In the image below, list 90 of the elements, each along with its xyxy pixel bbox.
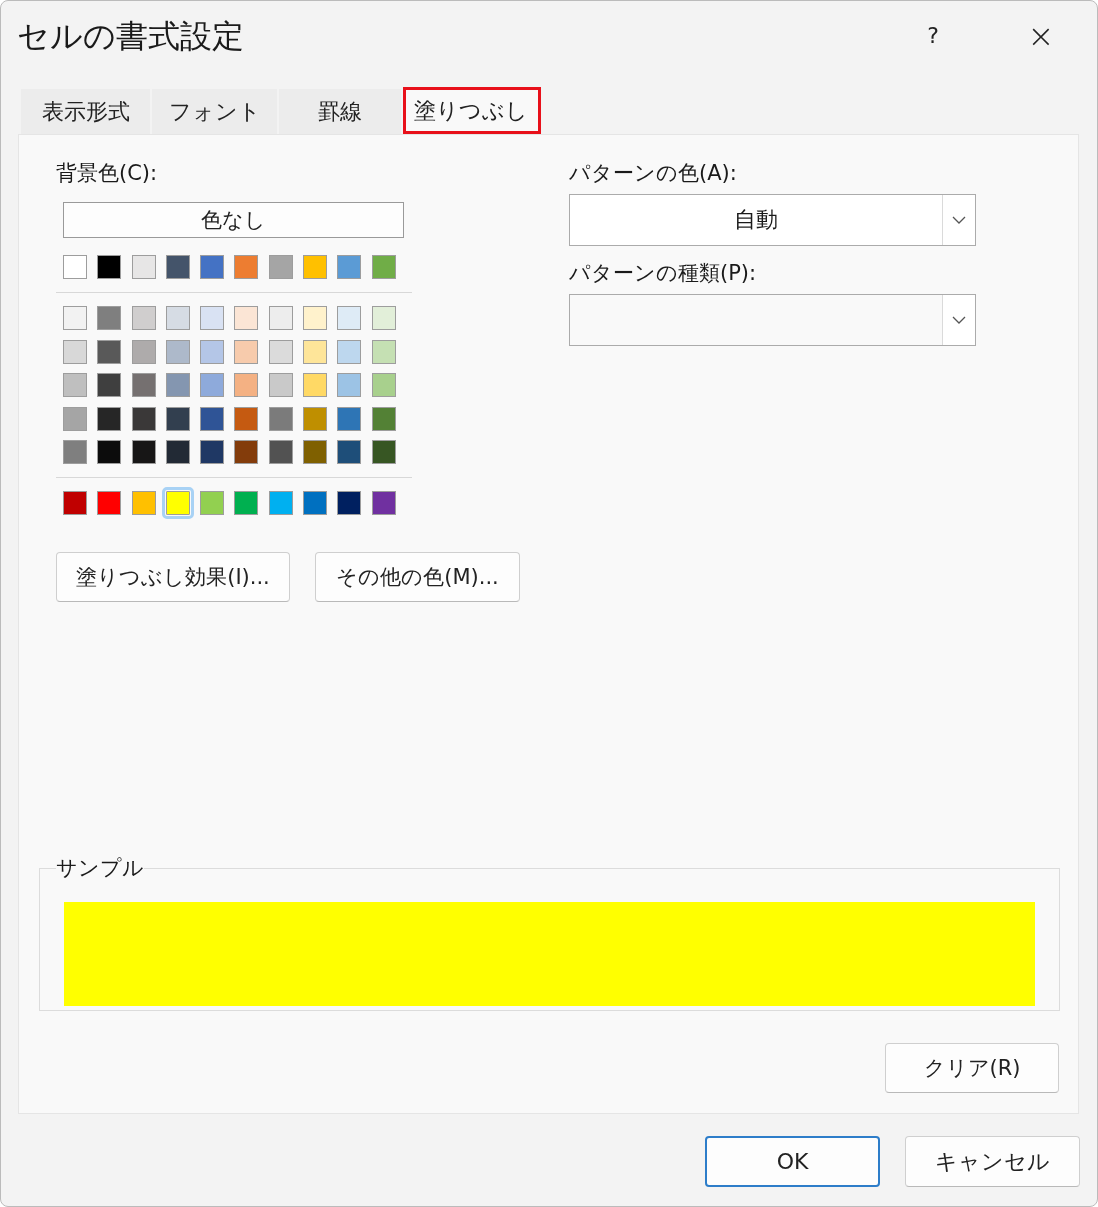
color-swatch[interactable] [268,306,293,330]
color-swatch[interactable] [268,373,293,398]
color-swatch[interactable] [63,373,87,398]
no-color-button[interactable]: 色なし [63,202,404,238]
window-title: セルの書式設定 [17,16,245,57]
color-swatch[interactable] [268,440,293,465]
color-swatch[interactable] [131,440,156,465]
color-swatch[interactable] [303,306,328,330]
color-swatch[interactable] [337,491,362,516]
color-swatch[interactable] [371,306,396,330]
color-swatch[interactable] [131,491,156,516]
help-button[interactable]: ? [913,13,953,59]
color-swatch[interactable] [63,491,87,516]
pattern-style-label: パターンの種類(P): [569,260,757,286]
color-swatch[interactable] [303,491,328,516]
tab[interactable]: フォント [152,89,279,134]
color-swatch[interactable] [200,255,225,279]
color-swatch[interactable] [234,491,259,516]
tab[interactable]: 塗りつぶし [403,87,541,134]
pattern-style-dropdown[interactable] [569,294,976,346]
color-swatch[interactable] [234,306,259,330]
color-swatch[interactable] [97,306,122,330]
color-swatch[interactable] [63,306,87,330]
color-swatch[interactable] [63,440,87,465]
color-swatch[interactable] [97,339,122,364]
color-swatch[interactable] [97,255,122,279]
color-swatch[interactable] [97,440,122,465]
chevron-down-icon [952,216,966,224]
color-swatch[interactable] [371,406,396,431]
color-swatch[interactable] [268,339,293,364]
color-swatch[interactable] [131,306,156,330]
color-swatch[interactable] [234,373,259,398]
color-swatch[interactable] [303,339,328,364]
tab[interactable]: 罫線 [279,89,403,134]
color-swatch[interactable] [234,440,259,465]
color-swatch[interactable] [371,255,396,279]
dialog-button[interactable]: OK [705,1136,880,1187]
tab[interactable]: 表示形式 [21,89,152,134]
dialog-button[interactable]: 塗りつぶし効果(I)... [56,552,290,603]
color-swatch[interactable] [200,491,225,516]
color-swatch[interactable] [131,339,156,364]
color-swatch[interactable] [165,339,190,364]
color-swatch[interactable] [303,373,328,398]
color-swatch[interactable] [337,306,362,330]
color-swatch[interactable] [234,255,259,279]
color-swatch[interactable] [268,491,293,516]
color-swatch[interactable] [63,255,87,279]
color-swatch[interactable] [337,255,362,279]
color-swatch[interactable] [337,373,362,398]
color-swatch[interactable] [165,406,190,431]
pattern-color-dropdown[interactable]: 自動 [569,194,976,246]
color-swatch[interactable] [165,306,190,330]
color-swatch[interactable] [337,339,362,364]
color-swatch[interactable] [200,306,225,330]
color-swatch[interactable] [234,339,259,364]
color-swatch[interactable] [303,406,328,431]
color-swatch[interactable] [97,406,122,431]
color-swatch[interactable] [131,373,156,398]
color-swatch[interactable] [97,491,122,516]
color-swatch[interactable] [200,440,225,465]
color-swatch[interactable] [63,339,87,364]
color-swatch[interactable] [200,373,225,398]
color-swatch[interactable] [337,440,362,465]
sample-label: サンプル [56,856,144,880]
color-swatch[interactable] [268,255,293,279]
color-swatch[interactable] [268,406,293,431]
color-swatch[interactable] [165,255,190,279]
color-swatch[interactable] [303,440,328,465]
color-swatch[interactable] [371,440,396,465]
color-swatch[interactable] [303,255,328,279]
color-swatch[interactable] [131,255,156,279]
color-swatch[interactable] [97,373,122,398]
color-swatch[interactable] [200,406,225,431]
color-swatch[interactable] [63,406,87,431]
color-swatch[interactable] [165,373,190,398]
color-swatch[interactable] [371,491,396,516]
background-color-label: 背景色(C): [56,160,158,186]
color-swatch[interactable] [234,406,259,431]
color-swatch[interactable] [371,373,396,398]
pattern-color-label: パターンの色(A): [569,160,737,186]
color-swatch[interactable] [371,339,396,364]
color-swatch[interactable] [165,440,190,465]
chevron-down-icon [952,316,966,324]
dialog-button[interactable]: その他の色(M)... [315,552,520,603]
color-swatch[interactable] [200,339,225,364]
dialog-button[interactable]: キャンセル [905,1136,1080,1187]
clear-button[interactable]: クリア(R) [885,1043,1059,1093]
close-button[interactable]: × [1021,13,1061,59]
color-swatch[interactable] [131,406,156,431]
color-swatch[interactable] [337,406,362,431]
